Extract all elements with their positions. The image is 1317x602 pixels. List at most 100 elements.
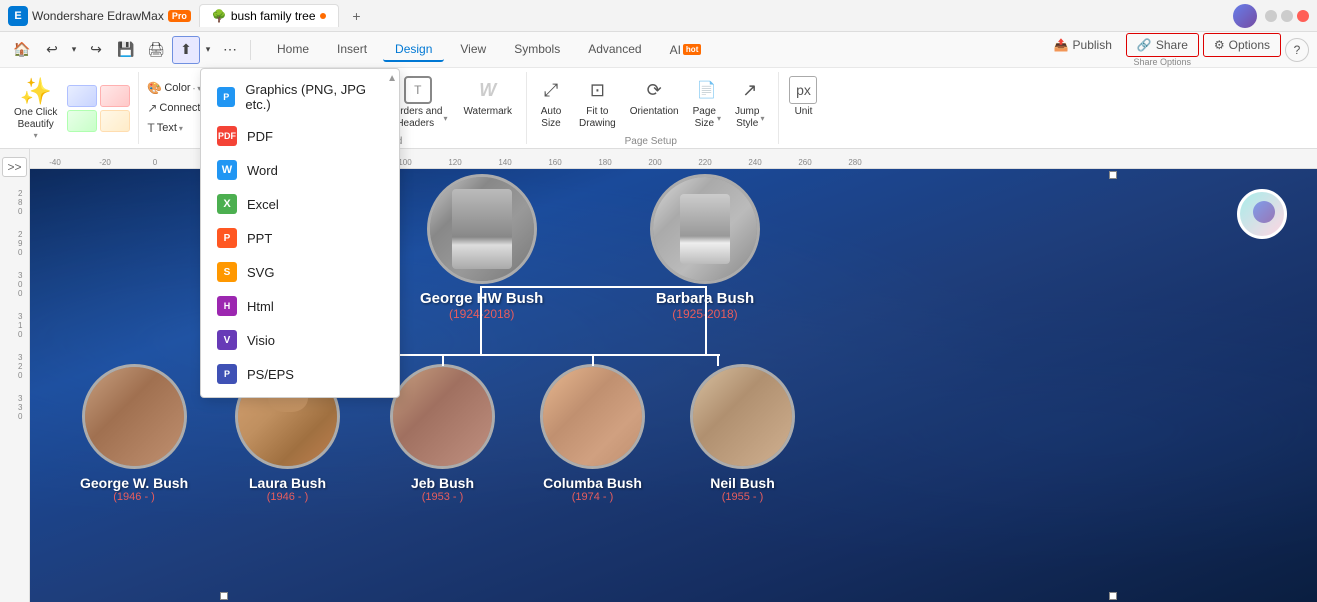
style-preset-4[interactable] <box>100 110 130 132</box>
export-button[interactable]: ⬆ <box>172 36 200 64</box>
page-size-button[interactable]: 📄 PageSize ▾ <box>687 72 727 134</box>
visio-label: Visio <box>247 333 275 348</box>
graphics-icon: P <box>217 87 235 107</box>
unit-button[interactable]: px Unit <box>783 72 823 121</box>
export-item-word[interactable]: W Word <box>201 153 399 187</box>
selection-handle-tr[interactable] <box>1109 171 1117 179</box>
undo-dropdown[interactable]: ▾ <box>68 36 80 64</box>
auto-size-button[interactable]: ⤢ AutoSize <box>531 72 571 134</box>
name-jeb: Jeb Bush <box>411 475 474 491</box>
person-neil-bush: Neil Bush (1955 - ) <box>690 364 795 503</box>
tab-view[interactable]: View <box>448 38 498 62</box>
photo-jeb <box>390 364 495 469</box>
photo-neil <box>690 364 795 469</box>
title-bar-left: E Wondershare EdrawMax Pro 🌳 bush family… <box>8 4 367 27</box>
conn-v-columba <box>592 354 594 366</box>
user-avatar[interactable] <box>1233 4 1257 28</box>
options-button[interactable]: ⚙ Options <box>1203 33 1281 57</box>
tab-ai[interactable]: AI hot <box>658 38 714 62</box>
print-button[interactable]: 🖨 <box>142 36 170 64</box>
export-item-pdf[interactable]: PDF PDF <box>201 119 399 153</box>
visio-icon: V <box>217 330 237 350</box>
word-label: Word <box>247 163 278 178</box>
app-name: Wondershare EdrawMax <box>32 9 164 23</box>
page-setup-label: Page Setup <box>531 136 770 147</box>
ruler-left: 280 290 300 310 320 330 <box>5 189 25 421</box>
title-bar: E Wondershare EdrawMax Pro 🌳 bush family… <box>0 0 1317 32</box>
help-button[interactable]: ? <box>1285 38 1309 62</box>
years-george-w: (1946 - ) <box>113 491 155 503</box>
tab-home[interactable]: Home <box>265 38 321 62</box>
export-item-svg[interactable]: S SVG <box>201 255 399 289</box>
export-dropdown[interactable]: ▾ <box>202 36 214 64</box>
collapse-button[interactable]: >> <box>2 157 26 177</box>
photo-columba <box>540 364 645 469</box>
pdf-icon: PDF <box>217 126 237 146</box>
person-columba-bush: Columba Bush (1974 - ) <box>540 364 645 503</box>
tab-design[interactable]: Design <box>383 38 444 62</box>
left-sidebar: >> 280 290 300 310 320 330 <box>0 149 30 602</box>
pseps-label: PS/EPS <box>247 367 294 382</box>
tab-symbols[interactable]: Symbols <box>502 38 572 62</box>
scroll-up-arrow[interactable]: ▲ <box>387 73 397 84</box>
jump-style-button[interactable]: ↗ JumpStyle ▾ <box>729 72 770 134</box>
orientation-button[interactable]: ⟳ Orientation <box>624 72 685 121</box>
export-item-html[interactable]: H Html <box>201 289 399 323</box>
logo-icon: E <box>8 6 28 26</box>
export-item-pseps[interactable]: P PS/EPS <box>201 357 399 391</box>
tab-insert[interactable]: Insert <box>325 38 379 62</box>
more-button[interactable]: ⋯ <box>216 36 244 64</box>
ppt-icon: P <box>217 228 237 248</box>
export-item-excel[interactable]: X Excel <box>201 187 399 221</box>
graphics-label: Graphics (PNG, JPG etc.) <box>245 82 383 112</box>
conn-v-jeb <box>442 354 444 366</box>
excel-icon: X <box>217 194 237 214</box>
photo-barbara <box>650 174 760 284</box>
photo-george-hw <box>427 174 537 284</box>
publish-button[interactable]: 📤 Publish <box>1044 33 1122 57</box>
new-tab-button[interactable]: + <box>347 6 367 26</box>
one-click-group: ✨ One ClickBeautify ▾ <box>8 72 139 144</box>
one-click-beautify-button[interactable]: ✨ One ClickBeautify ▾ <box>8 72 63 144</box>
app-logo: E Wondershare EdrawMax Pro <box>8 6 191 26</box>
ppt-label: PPT <box>247 231 272 246</box>
person-george-w-bush: George W. Bush (1946 - ) <box>80 364 188 503</box>
export-item-ppt[interactable]: P PPT <box>201 221 399 255</box>
fit-to-drawing-button[interactable]: ⊡ Fit toDrawing <box>573 72 622 134</box>
name-neil: Neil Bush <box>710 475 775 491</box>
floating-avatar <box>1237 189 1287 239</box>
style-preset-2[interactable] <box>100 85 130 107</box>
svg-label: SVG <box>247 265 274 280</box>
style-preset-3[interactable] <box>67 110 97 132</box>
word-icon: W <box>217 160 237 180</box>
export-item-graphics[interactable]: P Graphics (PNG, JPG etc.) <box>201 75 399 119</box>
style-preset-1[interactable] <box>67 85 97 107</box>
redo-button[interactable]: ↪ <box>82 36 110 64</box>
minimize-button[interactable] <box>1265 10 1277 22</box>
ribbon-content: ✨ One ClickBeautify ▾ <box>0 68 1317 149</box>
home-button[interactable]: 🏠 <box>8 36 36 64</box>
selection-handle-bl[interactable] <box>220 592 228 600</box>
top-bar: 🏠 ↩ ▾ ↪ 💾 🖨 ⬆ ▾ ⋯ Home Insert Design Vie… <box>0 32 1317 149</box>
style-presets <box>67 85 130 132</box>
maximize-button[interactable] <box>1281 10 1293 22</box>
photo-george-w <box>82 364 187 469</box>
unit-group: px Unit <box>783 72 823 144</box>
window-controls <box>1265 10 1309 22</box>
pro-badge: Pro <box>168 10 191 22</box>
document-tab[interactable]: 🌳 bush family tree <box>199 4 339 27</box>
separator <box>250 40 251 60</box>
name-george-w: George W. Bush <box>80 475 188 491</box>
one-click-label: One ClickBeautify <box>14 107 57 131</box>
share-button[interactable]: 🔗 Share <box>1126 33 1199 57</box>
logo-char: E <box>14 10 21 22</box>
export-item-visio[interactable]: V Visio <box>201 323 399 357</box>
close-button[interactable] <box>1297 10 1309 22</box>
unsaved-dot <box>320 13 326 19</box>
tab-advanced[interactable]: Advanced <box>576 38 653 62</box>
undo-button[interactable]: ↩ <box>38 36 66 64</box>
save-button[interactable]: 💾 <box>112 36 140 64</box>
connector-v-left <box>480 286 482 356</box>
selection-handle-br[interactable] <box>1109 592 1117 600</box>
watermark-button[interactable]: W Watermark <box>457 72 518 121</box>
